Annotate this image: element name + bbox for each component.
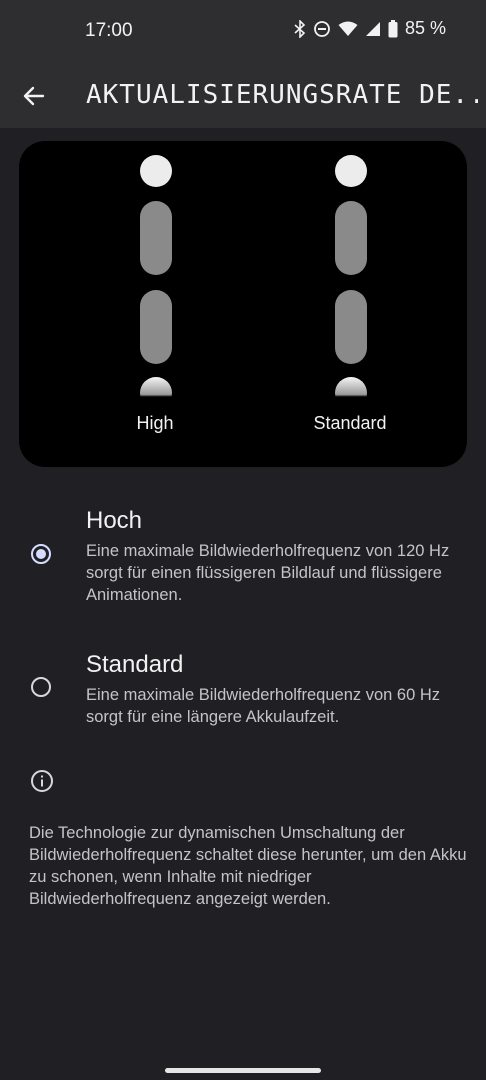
radio-hoch[interactable]: [31, 544, 51, 564]
wifi-icon: [338, 21, 358, 37]
option-description: Eine maximale Bildwiederholfrequenz von …: [86, 686, 441, 726]
preview-dot: [140, 377, 172, 409]
status-time: 17:00: [85, 20, 133, 41]
preview-pill: [140, 201, 172, 275]
preview-standard: Standard: [290, 141, 410, 467]
option-standard[interactable]: Standard Eine maximale Bildwiederholfreq…: [0, 644, 486, 739]
back-arrow-icon: [23, 86, 45, 106]
preview-dot: [335, 377, 367, 409]
radio-standard[interactable]: [31, 677, 51, 697]
option-title: Standard: [86, 651, 184, 678]
refresh-rate-preview: High Standard: [19, 141, 467, 467]
do-not-disturb-icon: [313, 20, 331, 38]
page-title: AKTUALISIERUNGSRATE DE...: [86, 80, 478, 110]
bluetooth-icon: [294, 19, 306, 38]
preview-pill: [335, 201, 367, 275]
preview-label-high: High: [136, 413, 174, 433]
preview-pill: [335, 290, 367, 364]
status-bar: 17:00 85 %: [0, 0, 486, 62]
preview-dot: [335, 155, 367, 187]
status-icons: 85 %: [294, 18, 446, 39]
preview-label-standard: Standard: [313, 413, 387, 433]
battery-icon: [388, 19, 398, 38]
preview-pill: [140, 290, 172, 364]
option-hoch[interactable]: Hoch Eine maximale Bildwiederholfrequenz…: [0, 500, 486, 615]
app-bar: AKTUALISIERUNGSRATE DE...: [0, 62, 486, 128]
battery-level: 85 %: [404, 18, 446, 38]
signal-icon: [365, 21, 381, 37]
preview-high: High: [95, 141, 215, 467]
back-button[interactable]: [18, 80, 50, 112]
option-description: Eine maximale Bildwiederholfrequenz von …: [86, 542, 450, 604]
option-title: Hoch: [86, 507, 143, 534]
preview-dot: [140, 155, 172, 187]
footer-description: Die Technologie zur dynamischen Umschalt…: [29, 824, 467, 908]
navigation-handle[interactable]: [165, 1068, 321, 1073]
info-icon: [30, 769, 54, 793]
